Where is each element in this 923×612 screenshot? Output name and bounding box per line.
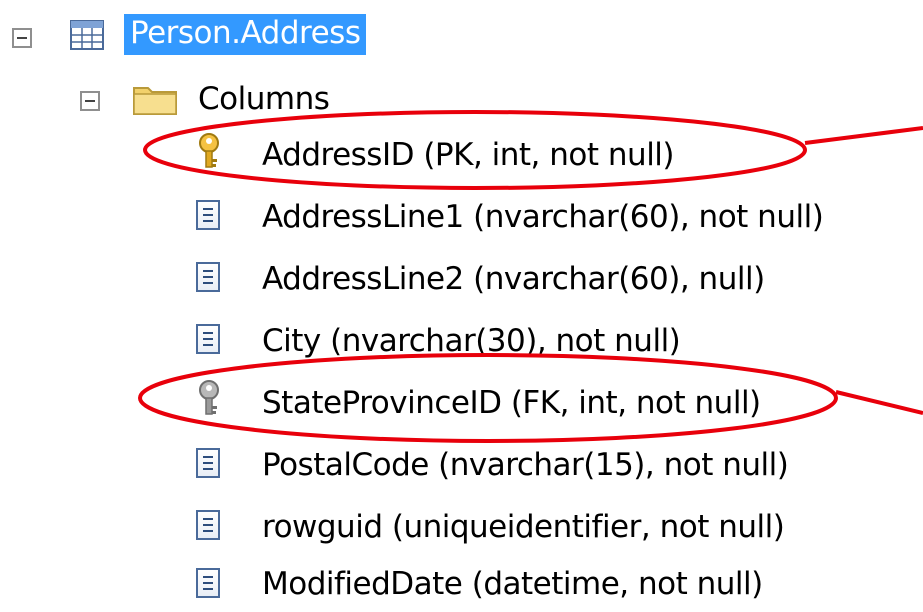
primary-key-icon bbox=[199, 133, 219, 168]
annotation-line-pk bbox=[804, 126, 923, 145]
column-icon bbox=[196, 262, 220, 292]
foreign-key-icon bbox=[199, 380, 219, 415]
table-icon bbox=[70, 20, 104, 50]
column-item-addressline2[interactable]: AddressLine2 (nvarchar(60), null) bbox=[262, 251, 765, 307]
tree-node-columns[interactable]: Columns bbox=[198, 71, 330, 127]
column-label[interactable]: PostalCode (nvarchar(15), not null) bbox=[262, 449, 789, 481]
table-node-label[interactable]: Person.Address bbox=[124, 13, 367, 55]
tree-node-table[interactable]: Person.Address bbox=[124, 6, 367, 62]
column-icon bbox=[196, 510, 220, 540]
folder-node-label[interactable]: Columns bbox=[198, 83, 330, 115]
column-label[interactable]: AddressLine1 (nvarchar(60), not null) bbox=[262, 201, 824, 233]
column-label[interactable]: AddressID (PK, int, not null) bbox=[262, 139, 675, 171]
annotation-line-fk bbox=[835, 390, 923, 415]
column-item-postalcode[interactable]: PostalCode (nvarchar(15), not null) bbox=[262, 437, 789, 493]
column-item-city[interactable]: City (nvarchar(30), not null) bbox=[262, 313, 681, 369]
column-icon bbox=[196, 324, 220, 354]
column-item-rowguid[interactable]: rowguid (uniqueidentifier, not null) bbox=[262, 499, 785, 555]
column-item-addressid[interactable]: AddressID (PK, int, not null) bbox=[262, 127, 675, 183]
folder-icon bbox=[133, 87, 177, 115]
column-label[interactable]: AddressLine2 (nvarchar(60), null) bbox=[262, 263, 765, 295]
column-item-addressline1[interactable]: AddressLine1 (nvarchar(60), not null) bbox=[262, 189, 824, 245]
column-label[interactable]: City (nvarchar(30), not null) bbox=[262, 325, 681, 357]
column-label[interactable]: rowguid (uniqueidentifier, not null) bbox=[262, 511, 785, 543]
column-label[interactable]: StateProvinceID (FK, int, not null) bbox=[262, 387, 761, 419]
collapse-toggle-table[interactable] bbox=[12, 28, 32, 48]
column-label[interactable]: ModifiedDate (datetime, not null) bbox=[262, 568, 763, 600]
column-icon bbox=[196, 568, 220, 598]
column-item-stateprovinceid[interactable]: StateProvinceID (FK, int, not null) bbox=[262, 375, 761, 431]
column-item-modifieddate[interactable]: ModifiedDate (datetime, not null) bbox=[262, 556, 763, 612]
column-icon bbox=[196, 200, 220, 230]
column-icon bbox=[196, 448, 220, 478]
collapse-toggle-columns[interactable] bbox=[80, 91, 100, 111]
